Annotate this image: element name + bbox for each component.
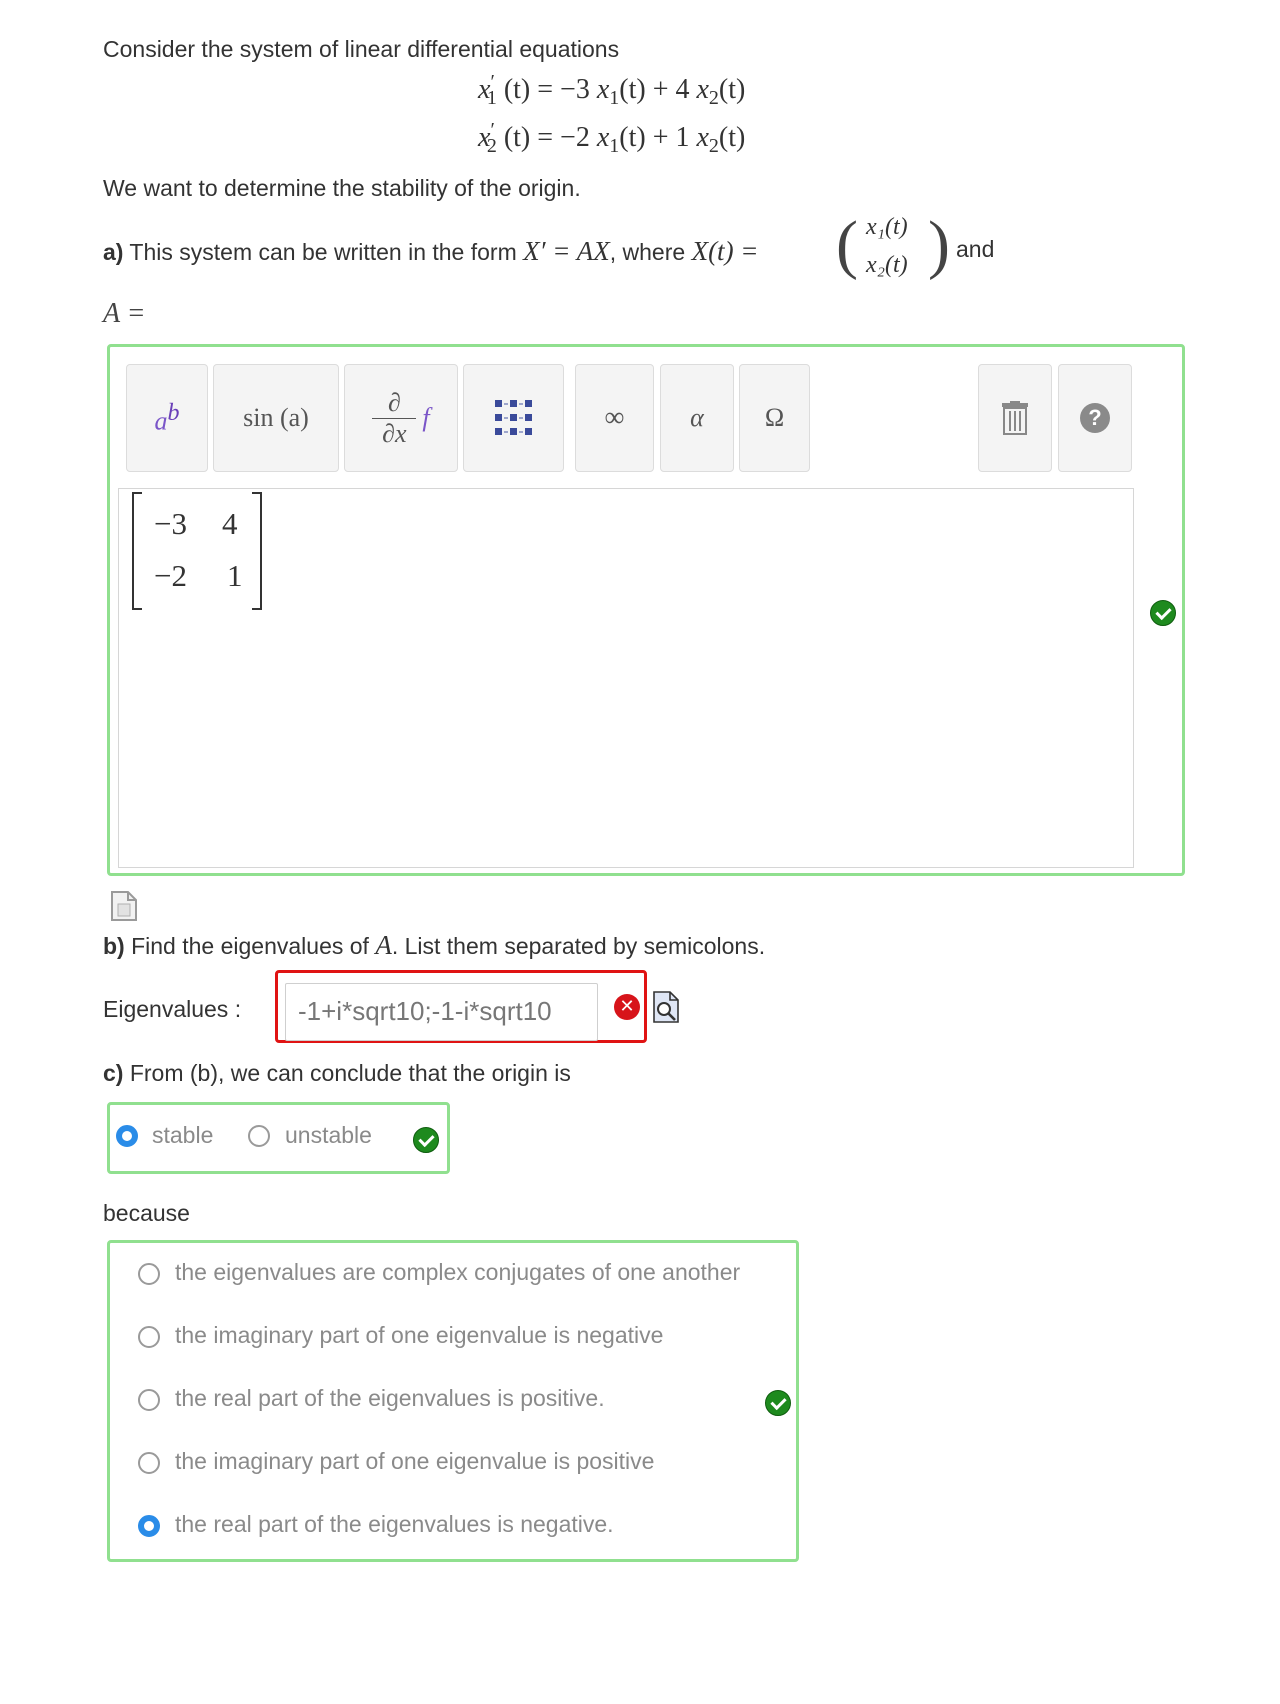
x-vector: ( x₁(t) x₂(t) ) — [836, 208, 950, 281]
reason-4-label: the imaginary part of one eigenvalue is … — [175, 1448, 655, 1474]
preview-magnifier-icon[interactable] — [652, 990, 680, 1029]
radio-reason-1[interactable] — [138, 1263, 160, 1285]
alpha-button[interactable]: α — [660, 364, 734, 472]
matrix-grid-button[interactable] — [463, 364, 564, 472]
radio-reason-5[interactable] — [138, 1515, 160, 1537]
incorrect-cross-icon: ✕ — [614, 994, 640, 1020]
infinity-button[interactable]: ∞ — [575, 364, 654, 472]
a-equals-label: A = — [103, 298, 146, 329]
trash-button[interactable] — [978, 364, 1052, 472]
radio-reason-2[interactable] — [138, 1326, 160, 1348]
math-editor[interactable] — [118, 488, 1134, 868]
omega-button[interactable]: Ω — [739, 364, 810, 472]
help-button[interactable]: ? — [1058, 364, 1132, 472]
matrix-cell: −3 — [154, 506, 187, 541]
radio-reason-4[interactable] — [138, 1452, 160, 1474]
and-text: and — [956, 236, 995, 262]
matrix-cell: 1 — [227, 558, 243, 593]
option-stable-label: stable — [152, 1122, 214, 1148]
part-c-text: c) From (b), we can conclude that the or… — [103, 1060, 571, 1086]
reason-1-label: the eigenvalues are complex conjugates o… — [175, 1259, 741, 1285]
derivative-button[interactable]: ∂ ∂x f — [344, 364, 458, 472]
stability-text: We want to determine the stability of th… — [103, 175, 581, 201]
reason-5-label: the real part of the eigenvalues is nega… — [175, 1511, 614, 1537]
preview-document-icon[interactable] — [110, 890, 138, 927]
correct-check-icon — [765, 1390, 791, 1416]
radio-stable[interactable] — [116, 1125, 138, 1147]
because-text: because — [103, 1200, 190, 1226]
part-b-text: b) Find the eigenvalues of A. List them … — [103, 930, 766, 960]
matrix-cell: −2 — [154, 558, 187, 593]
radio-unstable[interactable] — [248, 1125, 270, 1147]
help-icon: ? — [1080, 403, 1110, 433]
reason-3-label: the real part of the eigenvalues is posi… — [175, 1385, 605, 1411]
equation-1: x′1 (t) = −3 x1(t) + 4 x2(t) — [478, 71, 746, 109]
radio-reason-3[interactable] — [138, 1389, 160, 1411]
matrix-cell: 4 — [222, 506, 238, 541]
intro-text: Consider the system of linear differenti… — [103, 36, 620, 62]
trash-icon — [1002, 401, 1028, 435]
correct-check-icon — [1150, 600, 1176, 626]
reason-2-label: the imaginary part of one eigenvalue is … — [175, 1322, 664, 1348]
matrix-a: −3 4 −2 1 — [132, 492, 262, 610]
power-button[interactable]: ab — [126, 364, 208, 472]
eigenvalues-input[interactable]: -1+i*sqrt10;-1-i*sqrt10 — [285, 983, 598, 1041]
part-a-text: a) This system can be written in the for… — [103, 236, 759, 266]
matrix-grid-icon — [494, 400, 532, 435]
sin-function-button[interactable]: sin (a) — [213, 364, 339, 472]
eigenvalues-label: Eigenvalues : — [103, 996, 242, 1022]
equation-2: x′2 (t) = −2 x1(t) + 1 x2(t) — [478, 119, 746, 157]
option-unstable-label: unstable — [285, 1122, 372, 1148]
correct-check-icon — [413, 1127, 439, 1153]
